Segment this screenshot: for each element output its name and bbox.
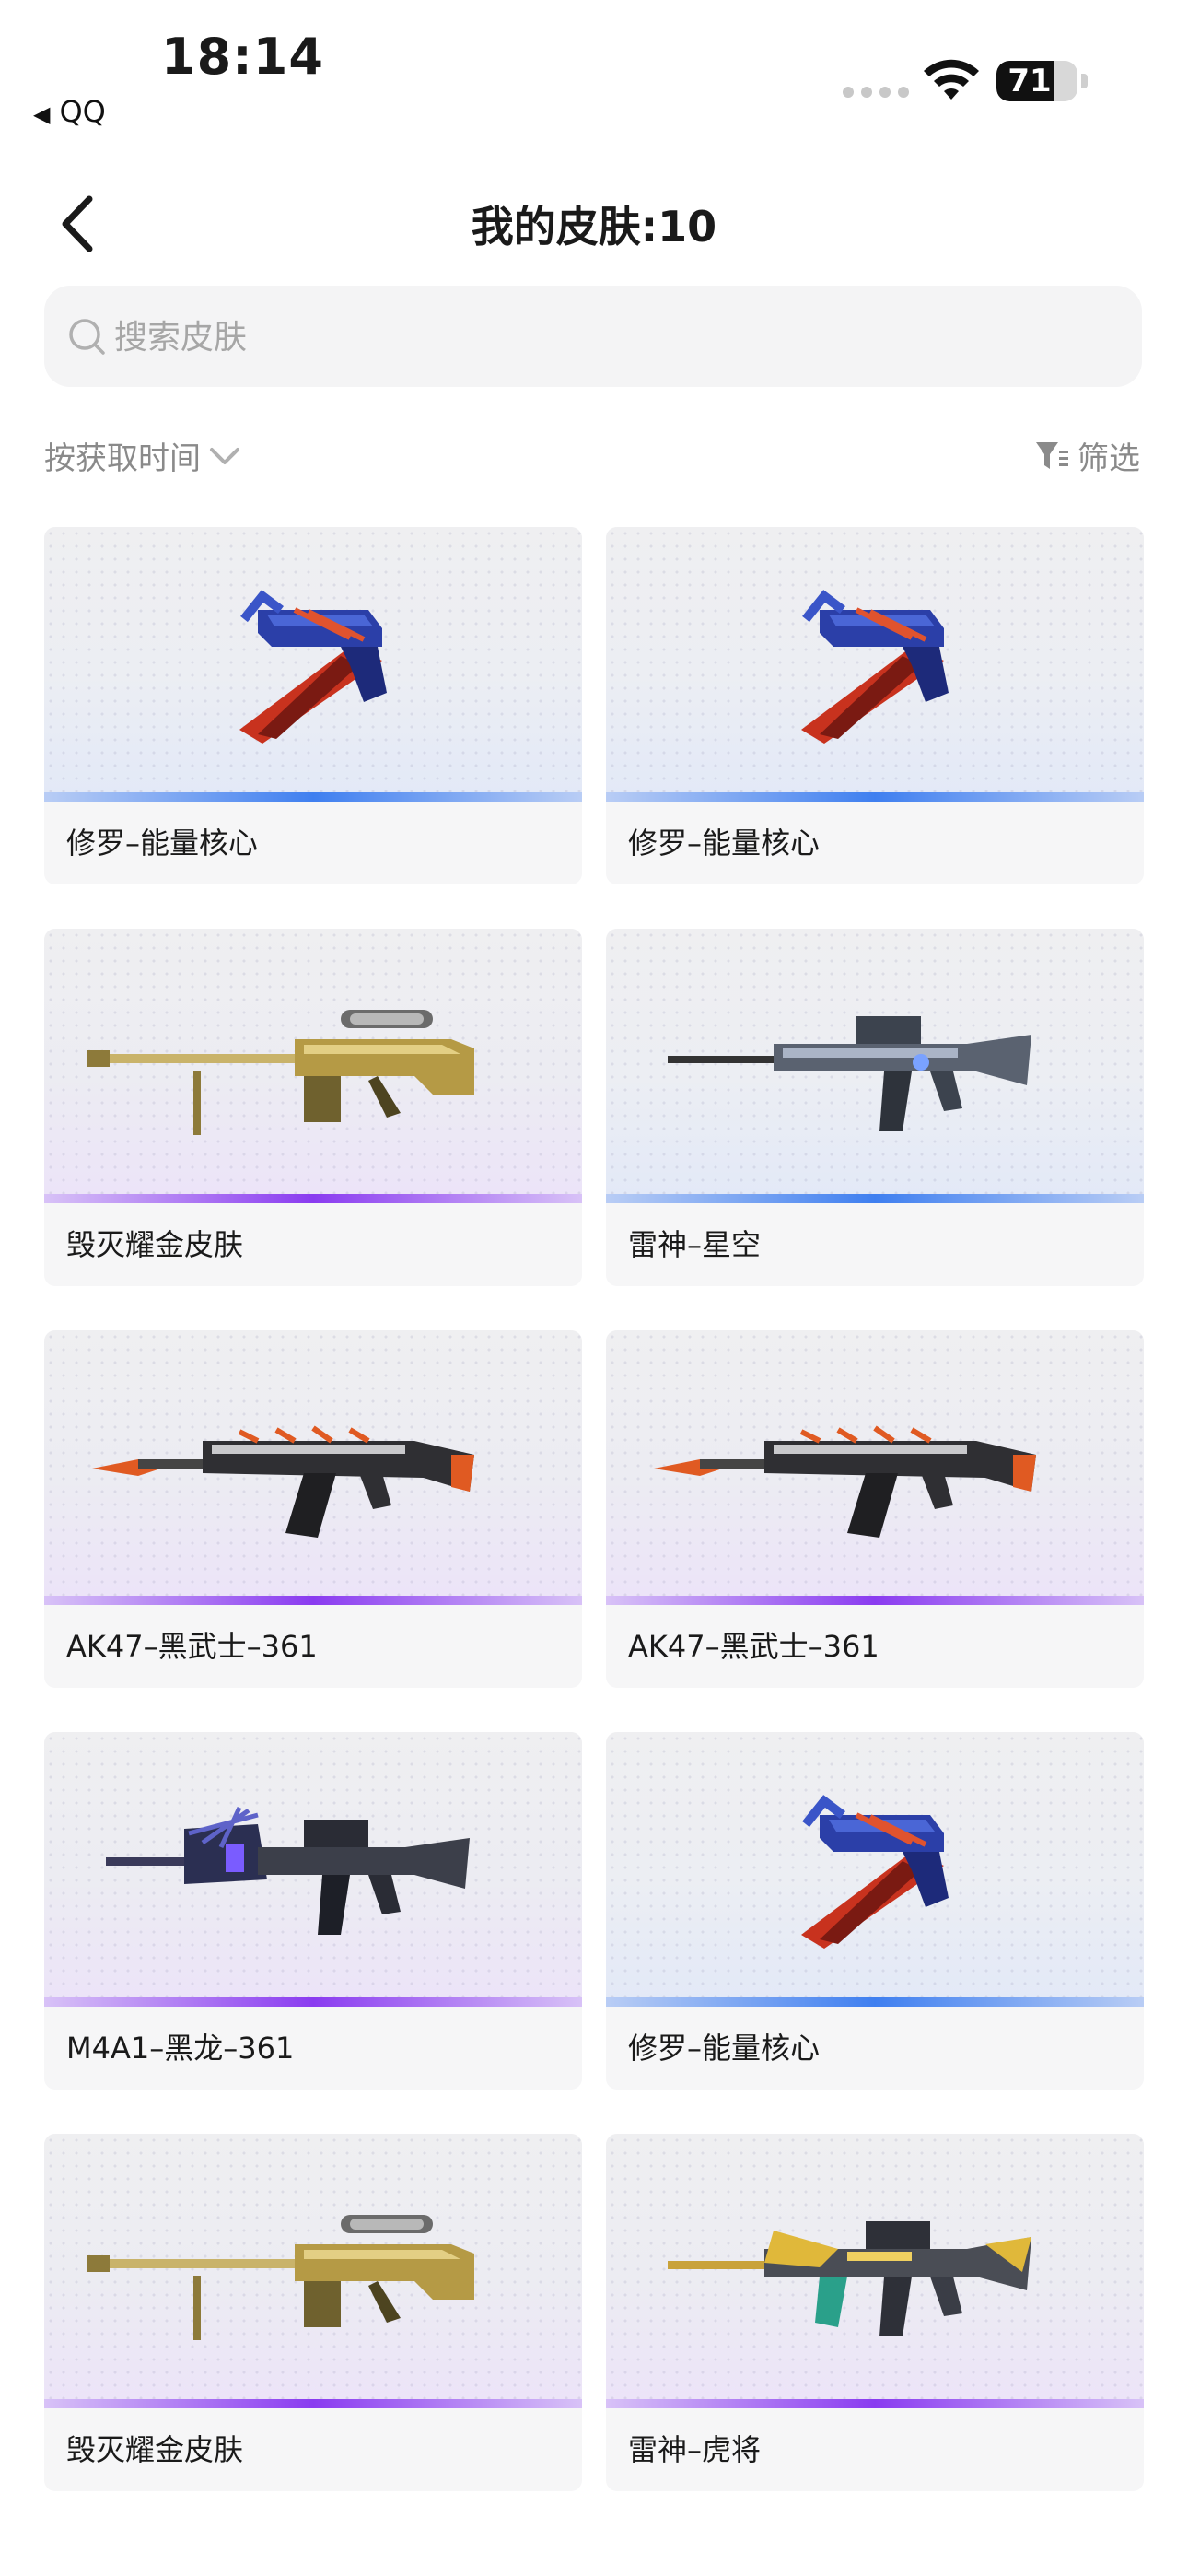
battery-icon: 71 — [996, 61, 1077, 101]
weapon-image — [668, 2221, 1031, 2336]
status-bar: 18:14 ◀ QQ 71 — [0, 0, 1188, 138]
skin-image — [44, 2134, 582, 2399]
skin-image — [606, 1732, 1144, 1997]
skin-image — [44, 1330, 582, 1596]
search-input[interactable] — [112, 286, 1111, 389]
filter-icon — [1036, 441, 1068, 469]
skin-card[interactable]: 雷神–星空 — [606, 929, 1144, 1286]
skin-image — [44, 929, 582, 1194]
weapon-image — [654, 1425, 1036, 1538]
weapon-image — [87, 1010, 474, 1135]
skin-name: 雷神–星空 — [628, 1227, 762, 1262]
rarity-stripe — [606, 1997, 1144, 2007]
skin-name: 修罗–能量核心 — [66, 825, 259, 861]
rarity-stripe — [44, 1194, 582, 1203]
skin-card[interactable]: AK47–黑武士–361 — [606, 1330, 1144, 1688]
status-time: 18:14 — [161, 28, 324, 86]
search-icon — [69, 319, 105, 355]
rarity-stripe — [44, 2399, 582, 2408]
skin-image — [606, 929, 1144, 1194]
skin-image — [44, 1732, 582, 1997]
rarity-stripe — [606, 792, 1144, 802]
rarity-stripe — [606, 1194, 1144, 1203]
cellular-signal-icon — [843, 87, 909, 98]
skin-card[interactable]: 修罗–能量核心 — [44, 527, 582, 884]
filter-label: 筛选 — [1077, 440, 1140, 477]
rarity-stripe — [44, 1596, 582, 1605]
skin-grid: 修罗–能量核心 修罗–能量核心 毁灭耀金皮肤 雷神–星空 AK47–黑武士–36… — [44, 527, 1144, 2491]
skin-image — [44, 527, 582, 792]
back-app-label: QQ — [59, 94, 106, 129]
skin-name: 雷神–虎将 — [628, 2432, 762, 2467]
wifi-icon — [924, 59, 979, 100]
skin-name: AK47–黑武士–361 — [628, 1629, 879, 1664]
weapon-image — [92, 1425, 474, 1538]
skin-card[interactable]: M4A1–黑龙–361 — [44, 1732, 582, 2090]
weapon-image — [801, 1795, 949, 1949]
skin-card[interactable]: 毁灭耀金皮肤 — [44, 929, 582, 1286]
battery-cap — [1081, 74, 1088, 88]
skin-name: 修罗–能量核心 — [628, 2031, 821, 2066]
skin-card[interactable]: 修罗–能量核心 — [606, 527, 1144, 884]
weapon-image — [87, 2215, 474, 2340]
filter-button[interactable]: 筛选 — [1033, 433, 1140, 478]
skin-image — [606, 2134, 1144, 2399]
weapon-image — [668, 1016, 1031, 1131]
skin-card[interactable]: 修罗–能量核心 — [606, 1732, 1144, 2090]
back-triangle-icon: ◀ — [33, 101, 51, 127]
skin-card[interactable]: 雷神–虎将 — [606, 2134, 1144, 2491]
rarity-stripe — [606, 2399, 1144, 2408]
weapon-image — [106, 1806, 470, 1935]
battery-percent: 71 — [1007, 63, 1052, 100]
chevron-down-icon — [210, 447, 239, 464]
skin-name: 修罗–能量核心 — [628, 825, 821, 861]
skin-card[interactable]: AK47–黑武士–361 — [44, 1330, 582, 1688]
back-to-app-link[interactable]: ◀ QQ — [33, 94, 106, 129]
weapon-image — [801, 590, 949, 744]
sort-label: 按获取时间 — [44, 440, 201, 477]
sort-dropdown[interactable]: 按获取时间 — [44, 433, 241, 478]
skin-card[interactable]: 毁灭耀金皮肤 — [44, 2134, 582, 2491]
page-title: 我的皮肤:10 — [471, 202, 717, 252]
rarity-stripe — [606, 1596, 1144, 1605]
rarity-stripe — [44, 792, 582, 802]
skin-image — [606, 1330, 1144, 1596]
skin-name: AK47–黑武士–361 — [66, 1629, 318, 1664]
skin-image — [606, 527, 1144, 792]
rarity-stripe — [44, 1997, 582, 2007]
skin-name: 毁灭耀金皮肤 — [66, 1227, 244, 1262]
skin-name: M4A1–黑龙–361 — [66, 2031, 295, 2066]
weapon-image — [239, 590, 387, 744]
skin-name: 毁灭耀金皮肤 — [66, 2432, 244, 2467]
search-bar[interactable] — [44, 286, 1142, 389]
